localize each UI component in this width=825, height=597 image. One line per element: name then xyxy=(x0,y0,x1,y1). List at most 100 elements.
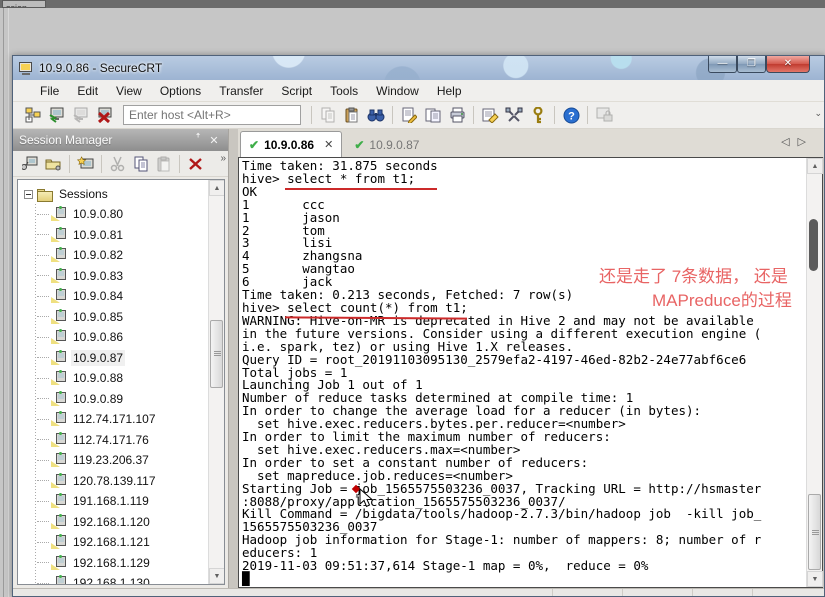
toolbar-overflow-icon[interactable]: ⌄ xyxy=(814,108,822,119)
menu-item[interactable]: File xyxy=(31,81,68,101)
session-item[interactable]: 191.168.1.119 xyxy=(24,491,208,512)
session-item[interactable]: 10.9.0.86 xyxy=(24,327,208,348)
lock-session-button[interactable] xyxy=(593,104,615,126)
scroll-down-icon[interactable]: ▼ xyxy=(807,571,823,587)
session-tree-scrollbar[interactable]: ▲ ▼ xyxy=(208,180,224,584)
paste-button[interactable] xyxy=(341,104,363,126)
scrollbar-thumb[interactable] xyxy=(808,494,821,570)
menu-item[interactable]: Transfer xyxy=(210,81,272,101)
session-item[interactable]: 10.9.0.87 xyxy=(24,348,208,369)
tab-scroll-right-icon[interactable]: ▷ xyxy=(798,136,814,148)
print-button[interactable] xyxy=(446,104,468,126)
pin-icon[interactable]: ꜛ xyxy=(190,134,206,146)
connect-session-button[interactable] xyxy=(20,153,41,174)
open-folder-button[interactable] xyxy=(43,153,64,174)
session-log-button[interactable] xyxy=(398,104,420,126)
terminal[interactable]: Time taken: 31.875 seconds hive> select … xyxy=(239,158,806,587)
maximize-button[interactable]: ❐ xyxy=(737,56,766,73)
session-item[interactable]: 119.23.206.37 xyxy=(24,450,208,471)
session-item[interactable]: 192.168.1.129 xyxy=(24,553,208,574)
session-item[interactable]: 10.9.0.83 xyxy=(24,266,208,287)
session-host-icon xyxy=(51,248,66,262)
tools-icon xyxy=(505,107,523,123)
tab-label: 10.9.0.86 xyxy=(264,138,314,152)
menu-item[interactable]: Tools xyxy=(321,81,367,101)
session-manager-header: Session Manager ꜛ ✕ xyxy=(13,129,228,151)
cut-button[interactable] xyxy=(107,153,128,174)
session-tab[interactable]: ✔ 10.9.0.87 xyxy=(346,133,427,157)
terminal-pane: ✔ 10.9.0.86 ✕ ✔ 10.9.0.87 ◁▷ xyxy=(238,129,824,588)
tree-stub-line xyxy=(37,542,49,543)
session-item[interactable]: 10.9.0.85 xyxy=(24,307,208,328)
session-item[interactable]: 10.9.0.80 xyxy=(24,204,208,225)
session-host-icon xyxy=(51,330,66,344)
host-input[interactable] xyxy=(123,105,301,125)
menu-item[interactable]: Edit xyxy=(68,81,107,101)
session-item[interactable]: 10.9.0.81 xyxy=(24,225,208,246)
panel-close-icon[interactable]: ✕ xyxy=(206,134,222,147)
session-item[interactable]: 10.9.0.88 xyxy=(24,368,208,389)
copy-button[interactable] xyxy=(317,104,339,126)
session-host-icon xyxy=(51,535,66,549)
tab-scroll-arrows[interactable]: ◁▷ xyxy=(781,135,814,148)
background-window-tab[interactable]: ssion xyxy=(2,0,46,8)
window-title: 10.9.0.86 - SecureCRT xyxy=(39,61,162,75)
disconnect-button[interactable] xyxy=(94,104,116,126)
new-session-button[interactable] xyxy=(75,153,96,174)
disconnect-icon xyxy=(96,107,114,123)
session-item[interactable]: 10.9.0.89 xyxy=(24,389,208,410)
copy-icon xyxy=(320,107,336,123)
menu-item[interactable]: Options xyxy=(151,81,210,101)
session-item[interactable]: 10.9.0.84 xyxy=(24,286,208,307)
scrollbar-thumb[interactable] xyxy=(210,320,223,388)
session-item[interactable]: 192.168.1.120 xyxy=(24,512,208,533)
terminal-output[interactable]: Time taken: 31.875 seconds hive> select … xyxy=(239,158,806,586)
new-session-icon xyxy=(77,156,95,172)
main-toolbar: ? ⌄ xyxy=(13,102,824,129)
session-item[interactable]: 192.168.1.130 xyxy=(24,573,208,584)
menu-item[interactable]: Help xyxy=(428,81,471,101)
copy-session-button[interactable] xyxy=(130,153,151,174)
toolbar-separator xyxy=(101,155,102,173)
session-item[interactable]: 192.168.1.121 xyxy=(24,532,208,553)
session-item[interactable]: 112.74.171.107 xyxy=(24,409,208,430)
session-item[interactable]: 112.74.171.76 xyxy=(24,430,208,451)
annotation-note-line2: MAPreduce的过程 xyxy=(652,286,792,311)
session-tab[interactable]: ✔ 10.9.0.86 ✕ xyxy=(240,131,342,157)
global-options-button[interactable] xyxy=(503,104,525,126)
find-button[interactable] xyxy=(365,104,387,126)
overlay-scroll-indicator[interactable] xyxy=(809,219,818,271)
tab-close-icon[interactable]: ✕ xyxy=(324,138,333,151)
panel-splitter[interactable] xyxy=(229,129,238,588)
paste-session-button[interactable] xyxy=(153,153,174,174)
minimize-button[interactable]: — xyxy=(708,56,737,73)
reconnect-button[interactable] xyxy=(70,104,92,126)
menu-item[interactable]: Script xyxy=(272,81,321,101)
session-item-label: 112.74.171.76 xyxy=(71,432,151,448)
panel-overflow-icon[interactable]: » xyxy=(220,153,226,164)
keymap-button[interactable] xyxy=(527,104,549,126)
session-manager-toggle-button[interactable] xyxy=(22,104,44,126)
session-host-icon xyxy=(51,576,66,584)
maximize-icon: ❐ xyxy=(747,59,756,69)
connected-check-icon: ✔ xyxy=(249,138,259,152)
close-button[interactable]: ✕ xyxy=(766,56,810,73)
scroll-up-icon[interactable]: ▲ xyxy=(209,180,225,196)
session-item[interactable]: 120.78.139.117 xyxy=(24,471,208,492)
scroll-down-icon[interactable]: ▼ xyxy=(209,568,225,584)
help-button[interactable]: ? xyxy=(560,104,582,126)
raw-log-button[interactable] xyxy=(422,104,444,126)
toolbar-separator xyxy=(69,155,70,173)
collapse-icon[interactable] xyxy=(24,190,33,199)
menu-item[interactable]: Window xyxy=(367,81,428,101)
quick-connect-button[interactable] xyxy=(46,104,68,126)
scroll-up-icon[interactable]: ▲ xyxy=(807,158,823,174)
menu-item[interactable]: View xyxy=(107,81,151,101)
sessions-root-node[interactable]: Sessions xyxy=(24,184,208,204)
session-item[interactable]: 10.9.0.82 xyxy=(24,245,208,266)
session-options-button[interactable] xyxy=(479,104,501,126)
status-segment xyxy=(693,589,753,596)
delete-session-button[interactable] xyxy=(185,153,206,174)
tab-scroll-left-icon[interactable]: ◁ xyxy=(781,136,797,148)
tab-bar: ✔ 10.9.0.86 ✕ ✔ 10.9.0.87 ◁▷ xyxy=(238,129,824,157)
